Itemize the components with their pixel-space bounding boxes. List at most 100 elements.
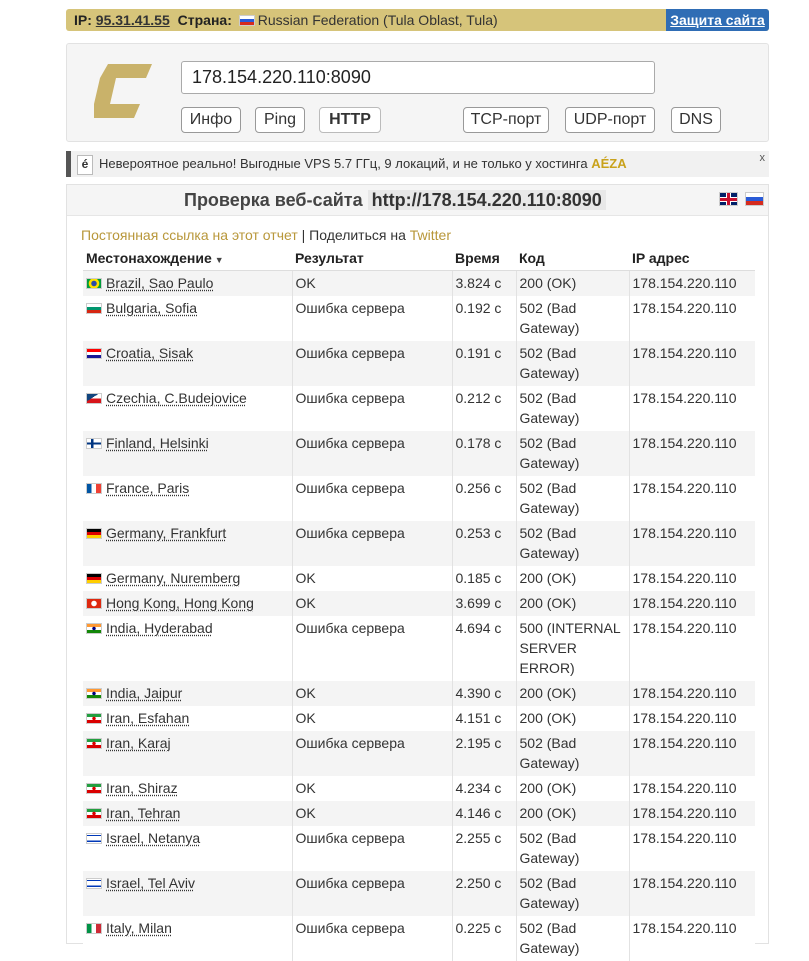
result-cell: OK [292,801,452,826]
results-table-body: Brazil, Sao PauloOK3.824 с200 (OK)178.15… [83,271,755,961]
location-link[interactable]: Finland, Helsinki [106,435,209,451]
location-link[interactable]: Iran, Tehran [106,805,180,821]
country-flag-icon [86,393,102,404]
code-cell: 200 (OK) [516,591,629,616]
results-card: Проверка веб-сайта http://178.154.220.11… [66,184,769,944]
country-flag-icon [86,528,102,539]
ip-cell: 178.154.220.110 [629,521,755,566]
code-cell: 502 (Bad Gateway) [516,476,629,521]
table-row: India, HyderabadОшибка сервера4.694 с500… [83,616,755,681]
country-flag-icon [86,573,102,584]
location-cell: Finland, Helsinki [83,431,292,476]
ip-cell: 178.154.220.110 [629,591,755,616]
location-link[interactable]: Italy, Milan [106,920,172,936]
separator: | [302,227,306,243]
result-cell: Ошибка сервера [292,616,452,681]
udp-port-button[interactable]: UDP-порт [565,107,655,133]
country-flag-icon [86,623,102,634]
location-link[interactable]: Croatia, Sisak [106,345,193,361]
code-cell: 200 (OK) [516,681,629,706]
location-link[interactable]: Germany, Nuremberg [106,570,240,586]
ip-label: IP: [74,12,92,28]
location-link[interactable]: France, Paris [106,480,189,496]
location-link[interactable]: Israel, Netanya [106,830,200,846]
ip-cell: 178.154.220.110 [629,776,755,801]
table-row: Iran, KarajОшибка сервера2.195 с502 (Bad… [83,731,755,776]
result-cell: Ошибка сервера [292,431,452,476]
code-cell: 200 (OK) [516,566,629,591]
page-title: Проверка веб-сайта http://178.154.220.11… [184,188,606,212]
tcp-port-button[interactable]: TCP-порт [463,107,549,133]
country-label: Страна: [178,12,232,28]
ip-cell: 178.154.220.110 [629,801,755,826]
country-flag-icon [86,348,102,359]
result-cell: OK [292,271,452,297]
checked-url: http://178.154.220.110:8090 [368,190,606,210]
info-button[interactable]: Инфо [181,107,241,133]
country-flag-icon [86,598,102,609]
ip-column-header: IP адрес [629,245,755,271]
ip-cell: 178.154.220.110 [629,431,755,476]
result-cell: Ошибка сервера [292,731,452,776]
location-header-label: Местонахождение [86,250,212,266]
location-cell: India, Hyderabad [83,616,292,681]
http-button[interactable]: HTTP [319,107,381,133]
permalink-link[interactable]: Постоянная ссылка на этот отчет [81,227,298,243]
table-row: Israel, NetanyaОшибка сервера2.255 с502 … [83,826,755,871]
url-input[interactable] [181,61,655,94]
logo-icon[interactable] [94,64,152,118]
results-card-header: Проверка веб-сайта http://178.154.220.11… [67,185,768,216]
location-link[interactable]: Iran, Esfahan [106,710,189,726]
location-link[interactable]: Bulgaria, Sofia [106,300,197,316]
result-cell: Ошибка сервера [292,521,452,566]
country-flag-icon [86,303,102,314]
location-link[interactable]: Czechia, C.Budejovice [106,390,247,406]
location-cell: Iran, Tehran [83,801,292,826]
location-link[interactable]: Hong Kong, Hong Kong [106,595,254,611]
protect-site-button[interactable]: Защита сайта [666,9,769,31]
code-cell: 502 (Bad Gateway) [516,871,629,916]
ip-value-link[interactable]: 95.31.41.55 [96,12,170,28]
russian-flag-icon[interactable] [745,192,764,206]
ip-cell: 178.154.220.110 [629,271,755,297]
location-cell: Hong Kong, Hong Kong [83,591,292,616]
location-cell: Israel, Tel Aviv [83,871,292,916]
time-cell: 2.255 с [452,826,516,871]
result-cell: OK [292,591,452,616]
ping-button[interactable]: Ping [255,107,305,133]
table-row: Israel, Tel AvivОшибка сервера2.250 с502… [83,871,755,916]
time-cell: 0.178 с [452,431,516,476]
code-cell: 200 (OK) [516,801,629,826]
code-cell: 502 (Bad Gateway) [516,431,629,476]
dns-button[interactable]: DNS [671,107,721,133]
location-cell: Croatia, Sisak [83,341,292,386]
time-cell: 0.212 с [452,386,516,431]
location-cell: Germany, Nuremberg [83,566,292,591]
location-link[interactable]: India, Jaipur [106,685,182,701]
country-flag-icon [86,878,102,889]
promo-brand[interactable]: AÉZA [591,156,626,171]
location-link[interactable]: Brazil, Sao Paulo [106,275,213,291]
code-cell: 502 (Bad Gateway) [516,826,629,871]
code-cell: 502 (Bad Gateway) [516,296,629,341]
country-flag-icon [86,783,102,794]
result-cell: Ошибка сервера [292,341,452,386]
ip-cell: 178.154.220.110 [629,616,755,681]
table-header-row: Местонахождение▼ Результат Время Код IP … [83,245,755,271]
location-link[interactable]: India, Hyderabad [106,620,213,636]
time-cell: 0.253 с [452,521,516,566]
location-column-header[interactable]: Местонахождение▼ [83,245,292,271]
location-link[interactable]: Iran, Karaj [106,735,171,751]
location-link[interactable]: Germany, Frankfurt [106,525,226,541]
location-link[interactable]: Iran, Shiraz [106,780,178,796]
results-table: Местонахождение▼ Результат Время Код IP … [83,245,755,961]
english-flag-icon[interactable] [719,192,738,206]
location-cell: Iran, Shiraz [83,776,292,801]
promo-banner[interactable]: éНевероятное реально! Выгодные VPS 5.7 Г… [66,151,769,177]
ip-cell: 178.154.220.110 [629,566,755,591]
location-link[interactable]: Israel, Tel Aviv [106,875,195,891]
close-icon[interactable]: x [760,145,766,171]
country-flag-icon [86,483,102,494]
twitter-share-link[interactable]: Twitter [410,227,451,243]
time-cell: 4.234 с [452,776,516,801]
